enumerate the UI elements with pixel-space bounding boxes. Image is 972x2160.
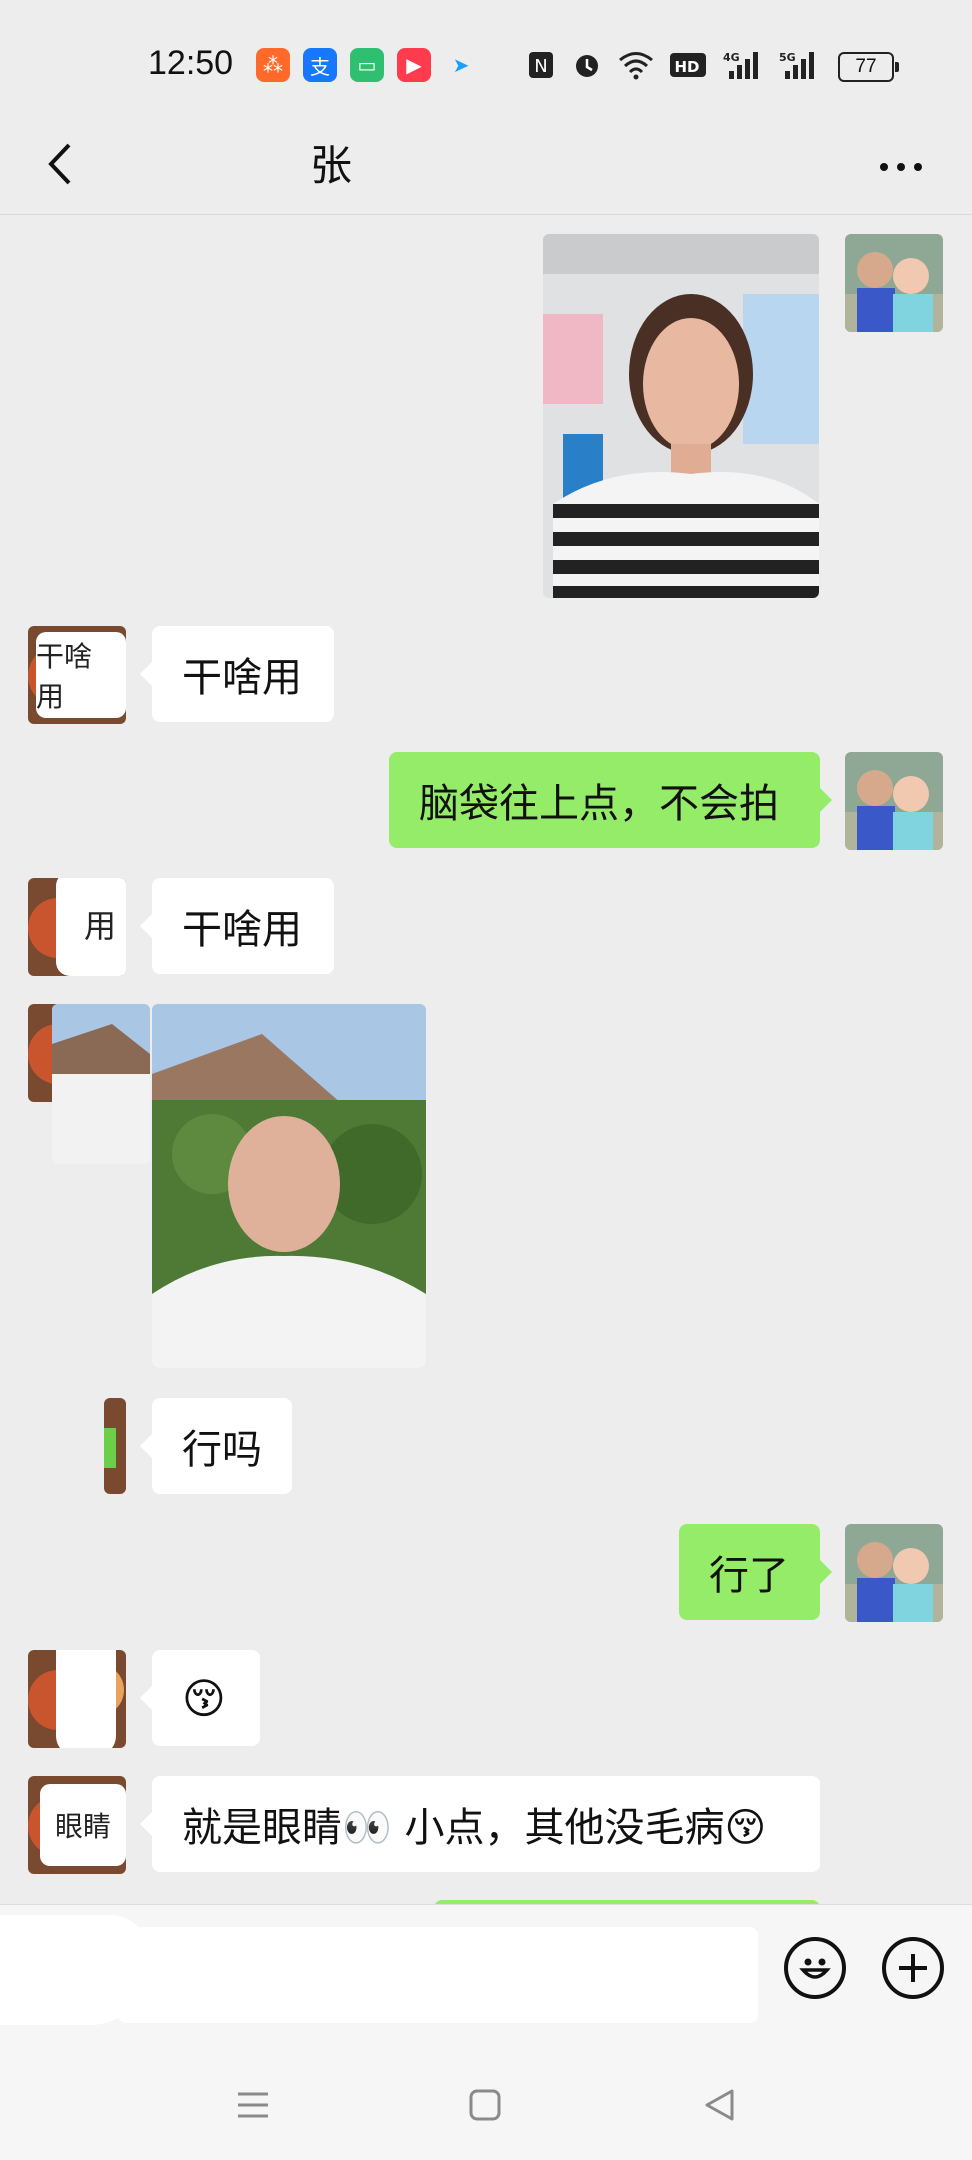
recent-apps-button[interactable] bbox=[228, 2080, 278, 2130]
message-list[interactable]: 干啥 用 干啥用 脑袋往上点，不会拍 用 干啥用 行吗 行了 😚 眼睛 就是眼睛… bbox=[0, 214, 972, 1904]
battery-icon: 77 bbox=[838, 52, 899, 82]
more-dots-icon bbox=[880, 163, 922, 171]
emoji-button[interactable] bbox=[784, 1937, 846, 1999]
video-icon: ▶ bbox=[397, 48, 431, 82]
signal-4g-icon: 4G bbox=[722, 48, 768, 82]
menu-icon bbox=[238, 2092, 268, 2118]
alarm-icon bbox=[570, 48, 604, 82]
avatar-overlay bbox=[56, 1650, 116, 1748]
status-time: 12:50 bbox=[148, 44, 234, 82]
avatar-overlay-text: 眼睛 bbox=[40, 1784, 126, 1866]
message-input[interactable] bbox=[118, 1927, 758, 2023]
my-avatar[interactable] bbox=[845, 752, 943, 850]
alipay-icon: 支 bbox=[303, 48, 337, 82]
contact-avatar[interactable]: 眼睛 bbox=[28, 1776, 126, 1874]
message-image-woman[interactable] bbox=[543, 234, 819, 598]
avatar-overlay-text: 干啥 用 bbox=[36, 632, 126, 718]
message-bubble-left[interactable]: 干啥用 bbox=[140, 626, 334, 722]
svg-text:5G: 5G bbox=[779, 51, 796, 64]
contact-avatar[interactable] bbox=[104, 1398, 126, 1494]
wifi-icon bbox=[616, 48, 656, 82]
app-icon-orange: ⁂ bbox=[256, 48, 290, 82]
system-back-button[interactable] bbox=[694, 2080, 744, 2130]
message-bubble-right[interactable]: 脑袋往上点，不会拍 bbox=[389, 752, 832, 848]
message-bubble-left[interactable]: 行吗 bbox=[140, 1398, 292, 1494]
more-button[interactable] bbox=[866, 142, 936, 192]
plus-icon bbox=[899, 1954, 927, 1982]
plus-button[interactable] bbox=[882, 1937, 944, 1999]
message-bubble-left[interactable]: 干啥用 bbox=[140, 878, 334, 974]
chat-header: 张 bbox=[0, 120, 972, 215]
svg-text:N: N bbox=[534, 56, 547, 77]
message-bubble-left[interactable]: 😚 bbox=[140, 1650, 260, 1746]
message-bubble-right[interactable]: 行了 bbox=[679, 1524, 832, 1620]
input-bar bbox=[0, 1904, 972, 2051]
chat-title: 张 bbox=[310, 141, 353, 190]
avatar-overlay-text: 用 bbox=[56, 878, 126, 976]
system-nav-bar bbox=[0, 2050, 972, 2160]
back-button[interactable] bbox=[30, 134, 90, 194]
back-triangle-icon bbox=[705, 2089, 734, 2121]
svg-text:HD: HD bbox=[674, 58, 699, 76]
status-bar: 12:50 ⁂ 支 ▭ ▶ ➤ N HD 4G 5G 77 bbox=[0, 0, 972, 120]
message-icon: ▭ bbox=[350, 48, 384, 82]
svg-text:4G: 4G bbox=[723, 51, 740, 64]
battery-level: 77 bbox=[855, 56, 877, 77]
hd-icon: HD bbox=[668, 48, 708, 82]
signal-5g-icon: 5G bbox=[778, 48, 824, 82]
blurred-overlay bbox=[52, 1004, 150, 1164]
contact-avatar[interactable]: 用 bbox=[28, 878, 126, 976]
contact-avatar[interactable] bbox=[28, 1650, 126, 1748]
maps-icon: ➤ bbox=[452, 53, 470, 77]
my-avatar[interactable] bbox=[845, 234, 943, 332]
home-icon bbox=[469, 2089, 501, 2121]
message-bubble-left[interactable]: 就是眼睛👀 小点，其他没毛病😚 bbox=[140, 1776, 820, 1872]
home-button[interactable] bbox=[460, 2080, 510, 2130]
my-avatar[interactable] bbox=[845, 1524, 943, 1622]
contact-avatar[interactable]: 干啥 用 bbox=[28, 626, 126, 724]
nfc-icon: N bbox=[524, 48, 558, 82]
smiley-icon bbox=[799, 1958, 831, 1979]
chevron-left-icon bbox=[48, 143, 71, 185]
message-image-man[interactable] bbox=[152, 1004, 426, 1368]
